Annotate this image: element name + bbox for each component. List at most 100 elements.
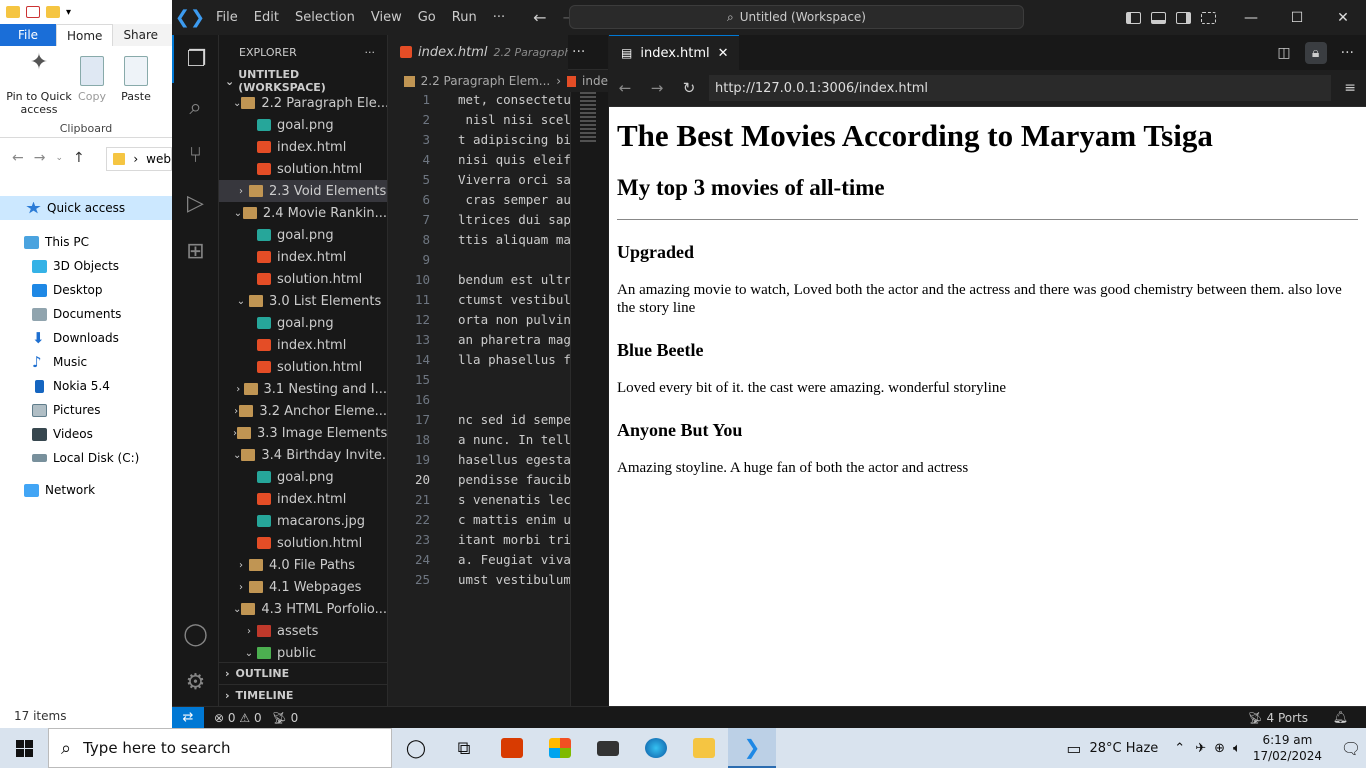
tree-item[interactable]: solution.html <box>219 158 387 180</box>
toggle-panel-icon[interactable] <box>1151 11 1166 24</box>
nav-item-nokia[interactable]: Nokia 5.4 <box>0 374 172 398</box>
folder-icon[interactable] <box>46 6 60 18</box>
tree-item[interactable]: › assets <box>219 620 387 642</box>
nav-item-downloads[interactable]: ⬇ Downloads <box>0 326 172 350</box>
nav-item-videos[interactable]: Videos <box>0 422 172 446</box>
remote-icon[interactable]: ⇄ <box>172 706 204 729</box>
editor-scrollbar[interactable] <box>570 92 608 706</box>
chevron-down-icon[interactable]: ▾ <box>66 7 71 18</box>
tree-item[interactable]: solution.html <box>219 532 387 554</box>
tree-item[interactable]: › 3.2 Anchor Eleme... <box>219 400 387 422</box>
task-view-icon[interactable]: ⧉ <box>440 728 488 768</box>
tree-item[interactable]: ⌄ 3.0 List Elements <box>219 290 387 312</box>
menu-more[interactable]: ··· <box>485 0 513 35</box>
nav-item-local-disk[interactable]: Local Disk (C:) <box>0 446 172 470</box>
back-arrow-icon[interactable]: ← <box>609 79 641 97</box>
explorer-icon[interactable]: ❐ <box>172 35 219 83</box>
globe-icon[interactable]: ⊕ <box>1214 741 1225 756</box>
fe-tab-file[interactable]: File <box>0 24 56 46</box>
search-icon[interactable]: ⌕ <box>172 83 219 131</box>
toggle-primary-sidebar-icon[interactable] <box>1126 11 1141 24</box>
bell-icon[interactable]: 🔔︎ <box>1333 710 1348 724</box>
tree-item[interactable]: ⌄ 4.3 HTML Porfolio... <box>219 598 387 620</box>
menu-file[interactable]: File <box>208 0 246 35</box>
file-explorer-app[interactable] <box>680 728 728 768</box>
menu-run[interactable]: Run <box>444 0 485 35</box>
volume-icon[interactable]: 🔈︎ <box>1233 741 1241 756</box>
editor-more-icon[interactable]: ··· <box>1341 45 1354 61</box>
tree-item[interactable]: › 3.1 Nesting and I... <box>219 378 387 400</box>
mail-app[interactable] <box>584 728 632 768</box>
tree-item[interactable]: ⌄ public <box>219 642 387 664</box>
fe-tab-share[interactable]: Share <box>113 24 168 46</box>
tree-item[interactable]: index.html <box>219 246 387 268</box>
tree-item[interactable]: goal.png <box>219 114 387 136</box>
menu-view[interactable]: View <box>363 0 410 35</box>
forward-arrow-icon[interactable]: → <box>34 150 46 166</box>
customize-layout-icon[interactable] <box>1201 11 1216 24</box>
notification-icon[interactable]: 🗨︎ <box>1336 739 1366 758</box>
tree-item[interactable]: index.html <box>219 136 387 158</box>
tree-item[interactable]: solution.html <box>219 356 387 378</box>
outline-section[interactable]: › OUTLINE <box>219 662 387 684</box>
hamburger-menu-icon[interactable]: ≡ <box>1344 80 1356 96</box>
tree-item[interactable]: goal.png <box>219 466 387 488</box>
paste-button[interactable]: Paste <box>114 54 158 103</box>
close-icon[interactable]: ✕ <box>1320 0 1366 35</box>
vscode-app[interactable]: ❯ <box>728 728 776 768</box>
office-app[interactable] <box>488 728 536 768</box>
tree-item[interactable]: › 4.1 Webpages <box>219 576 387 598</box>
address-bar[interactable]: › web <box>106 147 172 171</box>
start-button[interactable] <box>0 728 48 768</box>
problems-indicator[interactable]: ⊗ 0 ⚠ 0 📡︎ 0 <box>214 711 298 725</box>
tree-item[interactable]: › 3.3 Image Elements <box>219 422 387 444</box>
close-icon[interactable]: ✕ <box>718 46 729 61</box>
explorer-more-icon[interactable]: ··· <box>365 46 376 59</box>
up-arrow-icon[interactable]: ↑ <box>73 150 85 166</box>
edge-app[interactable] <box>632 728 680 768</box>
tree-item[interactable]: goal.png <box>219 224 387 246</box>
tree-item[interactable]: ⌄ 2.2 Paragraph Ele... <box>219 92 387 114</box>
forward-arrow-icon[interactable]: → <box>641 79 673 97</box>
nav-item-music[interactable]: ♪ Music <box>0 350 172 374</box>
breadcrumb-folder[interactable]: 2.2 Paragraph Elem... <box>421 74 551 88</box>
taskbar-search[interactable]: ⌕ Type here to search <box>48 728 392 768</box>
tree-item[interactable]: goal.png <box>219 312 387 334</box>
tree-item[interactable]: › 4.0 File Paths <box>219 554 387 576</box>
editor-more-icon[interactable]: ··· <box>572 44 585 60</box>
tab-index-html[interactable]: index.html 2.2 Paragraph Ele <box>388 34 568 70</box>
reload-icon[interactable]: ↻ <box>673 79 705 97</box>
account-icon[interactable]: ◯ <box>172 610 219 658</box>
url-input[interactable]: http://127.0.0.1:3006/index.html <box>709 75 1331 101</box>
store-app[interactable] <box>536 728 584 768</box>
nav-item-3d-objects[interactable]: 3D Objects <box>0 254 172 278</box>
tree-item[interactable]: ⌄ 3.4 Birthday Invite... <box>219 444 387 466</box>
chevron-up-icon[interactable]: ⌃ <box>1174 741 1185 756</box>
workspace-header[interactable]: ⌄ UNTITLED (WORKSPACE) <box>219 68 387 94</box>
fe-tab-home[interactable]: Home <box>56 24 114 46</box>
menu-go[interactable]: Go <box>410 0 444 35</box>
toggle-secondary-sidebar-icon[interactable] <box>1176 11 1191 24</box>
back-arrow-icon[interactable]: ← <box>12 150 24 166</box>
tree-item[interactable]: macarons.jpg <box>219 510 387 532</box>
copy-button[interactable]: Copy <box>70 54 114 103</box>
breadcrumb-file[interactable]: inde <box>582 74 608 88</box>
weather-widget[interactable]: ▭ 28°C Haze <box>1066 739 1158 758</box>
tree-item[interactable]: ⌄ 2.4 Movie Rankin... <box>219 202 387 224</box>
tree-item[interactable]: index.html <box>219 488 387 510</box>
tab-preview-index-html[interactable]: ▤ index.html ✕ <box>609 35 739 70</box>
cortana-icon[interactable]: ◯ <box>392 728 440 768</box>
minimap[interactable] <box>580 92 596 142</box>
command-center[interactable]: ⌕ Untitled (Workspace) <box>569 5 1024 29</box>
clock[interactable]: 6:19 am 17/02/2024 <box>1253 732 1322 764</box>
tree-item[interactable]: solution.html <box>219 268 387 290</box>
run-debug-icon[interactable]: ▷ <box>172 179 219 227</box>
nav-item-network[interactable]: Network <box>0 478 172 502</box>
checklist-icon[interactable] <box>26 6 40 18</box>
pin-to-quick-access-button[interactable]: ✦ Pin to Quick access <box>4 52 74 117</box>
timeline-section[interactable]: › TIMELINE <box>219 684 387 706</box>
nav-item-this-pc[interactable]: This PC <box>0 230 172 254</box>
chevron-down-icon[interactable]: ⌄ <box>55 153 63 163</box>
lock-icon[interactable]: 🔒︎ <box>1304 41 1327 64</box>
ports-status[interactable]: 📡︎ 4 Ports <box>1247 711 1308 725</box>
